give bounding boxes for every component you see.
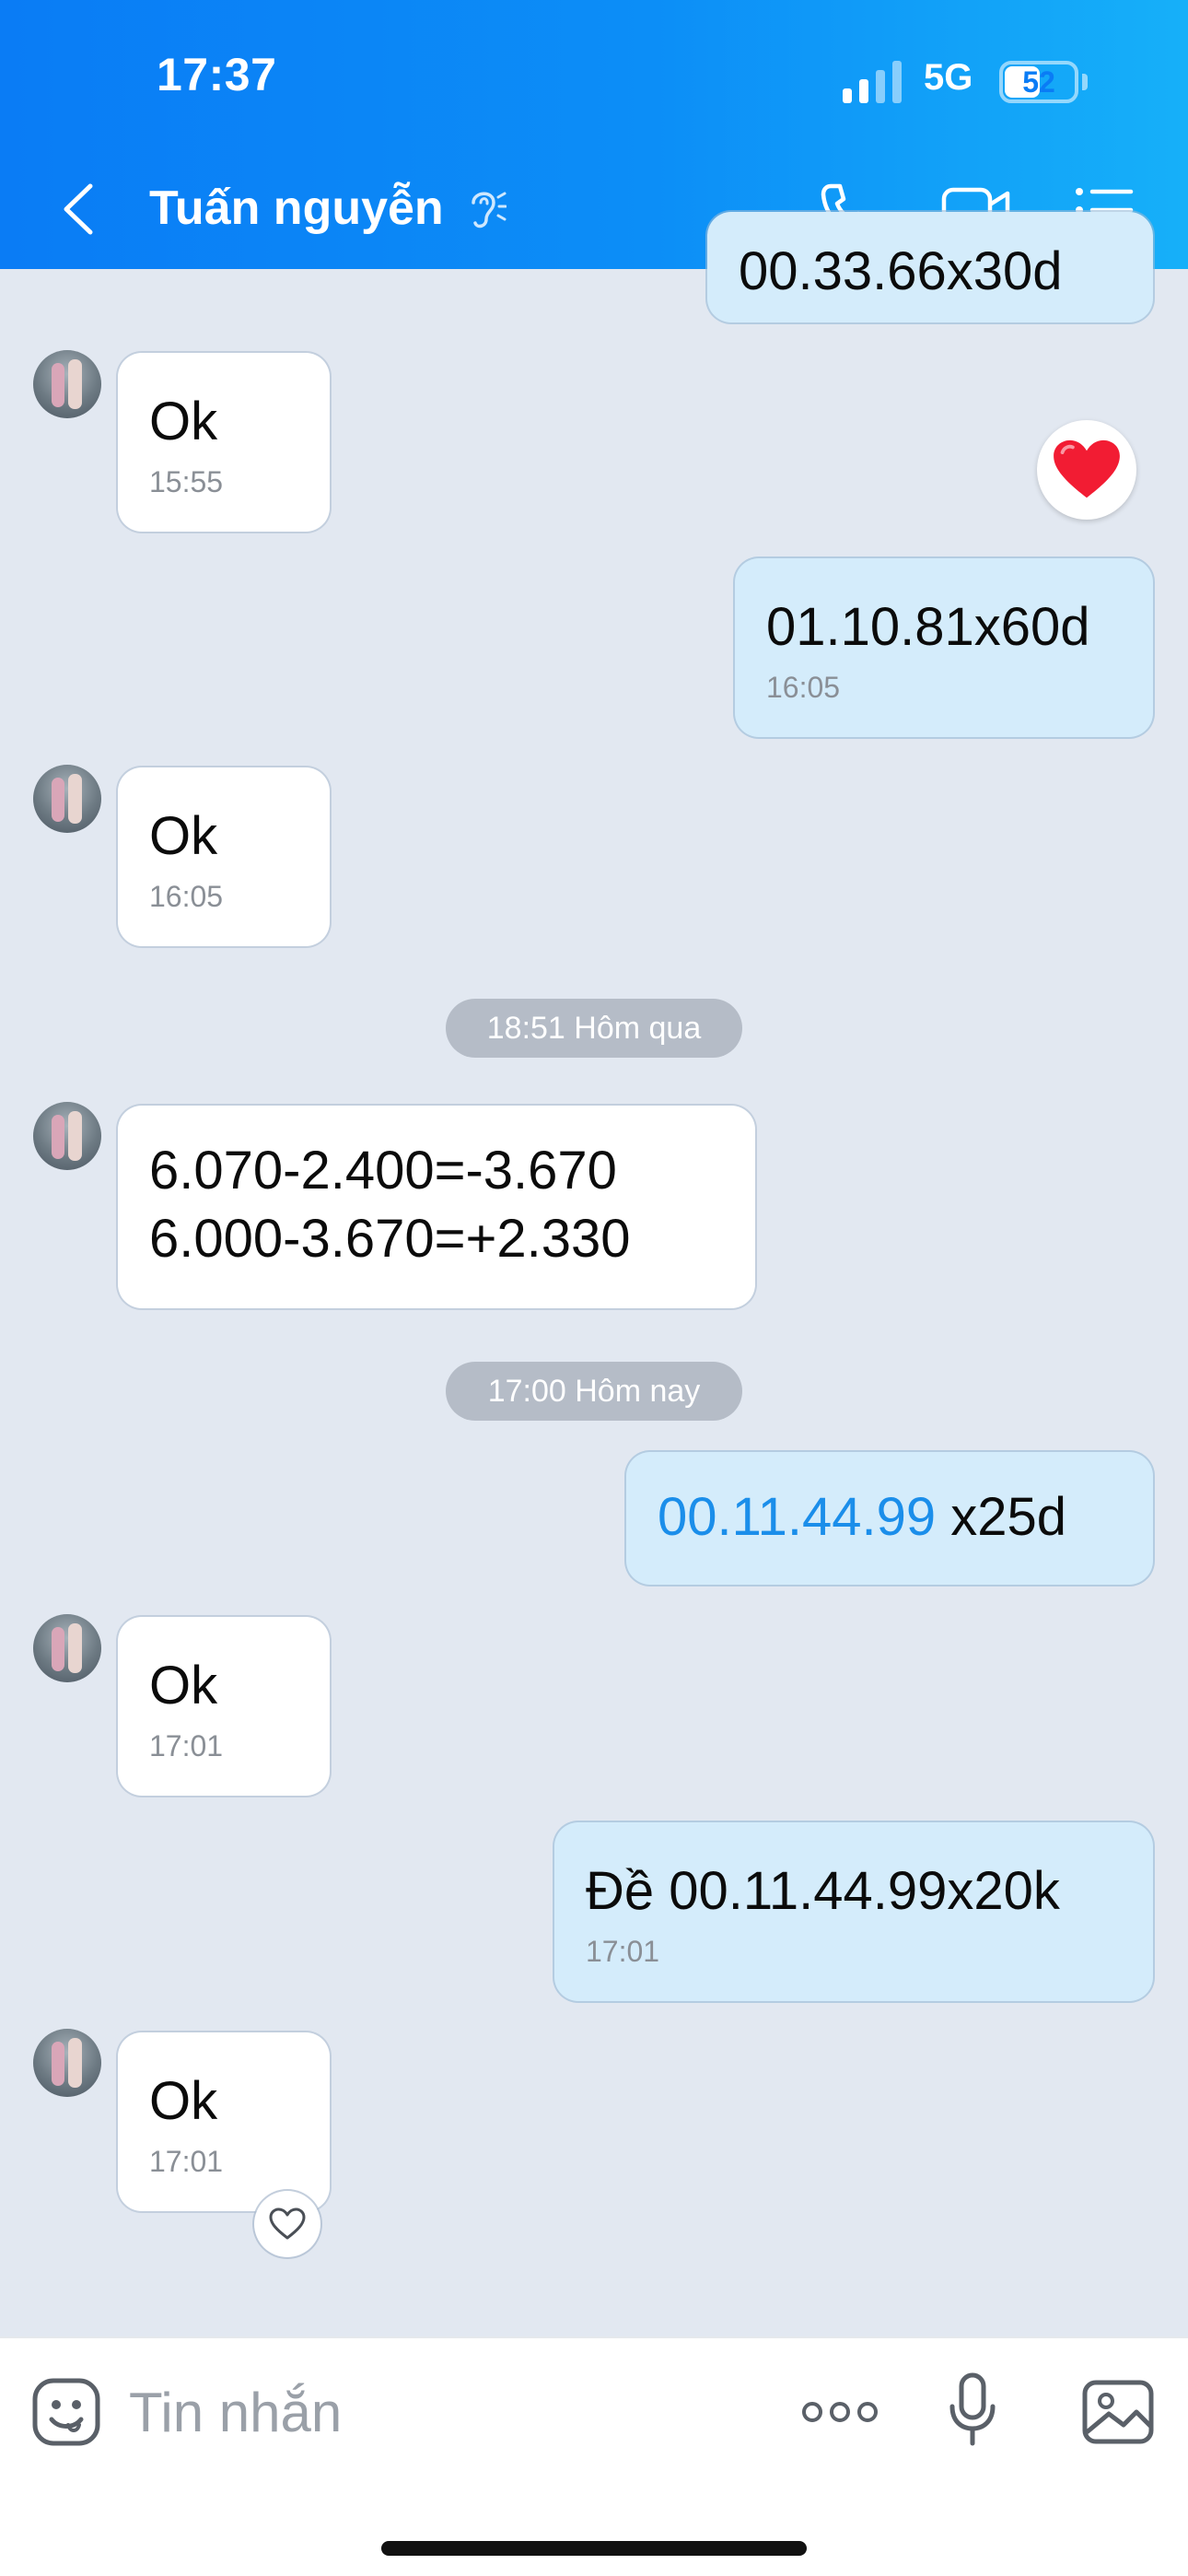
message-text: Ok bbox=[149, 806, 218, 866]
message-bubble-incoming[interactable]: Ok 16:05 bbox=[118, 767, 330, 946]
status-time: 17:37 bbox=[157, 49, 277, 100]
message-link[interactable]: 00.11.44.99 bbox=[658, 1487, 936, 1547]
more-icon[interactable] bbox=[801, 2394, 879, 2430]
message-text-suffix: x25d bbox=[936, 1487, 1066, 1547]
date-separator: 17:00 Hôm nay bbox=[446, 1362, 742, 1421]
battery-level: 52 bbox=[1022, 65, 1055, 99]
message-input[interactable] bbox=[129, 2375, 737, 2449]
heart-outline-icon bbox=[269, 2207, 306, 2240]
back-icon[interactable] bbox=[57, 181, 99, 238]
signal-icon bbox=[843, 61, 902, 103]
avatar[interactable] bbox=[33, 2029, 101, 2097]
reaction-heart[interactable] bbox=[1037, 420, 1136, 520]
avatar[interactable] bbox=[33, 350, 101, 418]
message-time: 17:01 bbox=[149, 2145, 224, 2178]
message-text: 00.33.66x30d bbox=[739, 241, 1063, 301]
mic-icon[interactable] bbox=[949, 2371, 996, 2449]
message-time: 17:01 bbox=[149, 1729, 224, 1762]
message-text: Ok bbox=[149, 1656, 218, 1715]
message-bubble-incoming[interactable]: Ok 17:01 bbox=[118, 2032, 330, 2211]
avatar[interactable] bbox=[33, 765, 101, 833]
react-button[interactable] bbox=[254, 2191, 320, 2257]
avatar[interactable] bbox=[33, 1102, 101, 1170]
avatar[interactable] bbox=[33, 1614, 101, 1682]
message-bubble-outgoing[interactable]: Đề 00.11.44.99x20k 17:01 bbox=[554, 1822, 1153, 2001]
message-text: Đề 00.11.44.99x20k bbox=[586, 1861, 1060, 1921]
message-bubble-outgoing[interactable]: 01.10.81x60d 16:05 bbox=[735, 558, 1153, 737]
battery-tip bbox=[1082, 74, 1088, 90]
message-bubble-partial[interactable]: 00.33.66x30d bbox=[707, 212, 1153, 322]
image-icon[interactable] bbox=[1081, 2379, 1155, 2445]
message-time: 16:05 bbox=[766, 671, 841, 704]
message-text: 00.11.44.99 x25d bbox=[658, 1483, 1122, 1551]
ear-icon bbox=[472, 192, 507, 228]
battery-icon: 52 bbox=[999, 61, 1078, 103]
message-bubble-incoming[interactable]: 6.070-2.400=-3.670 6.000-3.670=+2.330 bbox=[118, 1106, 755, 1308]
network-type: 5G bbox=[924, 57, 973, 98]
contact-name[interactable]: Tuấn nguyễn bbox=[149, 181, 444, 236]
message-text-line: 6.070-2.400=-3.670 bbox=[149, 1141, 617, 1200]
emoji-icon[interactable] bbox=[31, 2377, 101, 2447]
message-bubble-outgoing[interactable]: 00.11.44.99 x25d bbox=[626, 1452, 1153, 1585]
message-text: 01.10.81x60d bbox=[766, 597, 1090, 657]
message-bubble-incoming[interactable]: Ok 17:01 bbox=[118, 1617, 330, 1796]
home-indicator[interactable] bbox=[381, 2541, 807, 2556]
message-bubble-incoming[interactable]: Ok 15:55 bbox=[118, 353, 330, 532]
message-time: 17:01 bbox=[586, 1935, 660, 1968]
message-input-bar bbox=[0, 2336, 1188, 2576]
message-time: 15:55 bbox=[149, 465, 224, 498]
message-text: Ok bbox=[149, 2071, 218, 2131]
message-text: Ok bbox=[149, 392, 218, 451]
date-separator: 18:51 Hôm qua bbox=[446, 999, 742, 1058]
message-text-line: 6.000-3.670=+2.330 bbox=[149, 1209, 631, 1269]
message-time: 16:05 bbox=[149, 880, 224, 913]
heart-filled-icon bbox=[1054, 439, 1120, 498]
